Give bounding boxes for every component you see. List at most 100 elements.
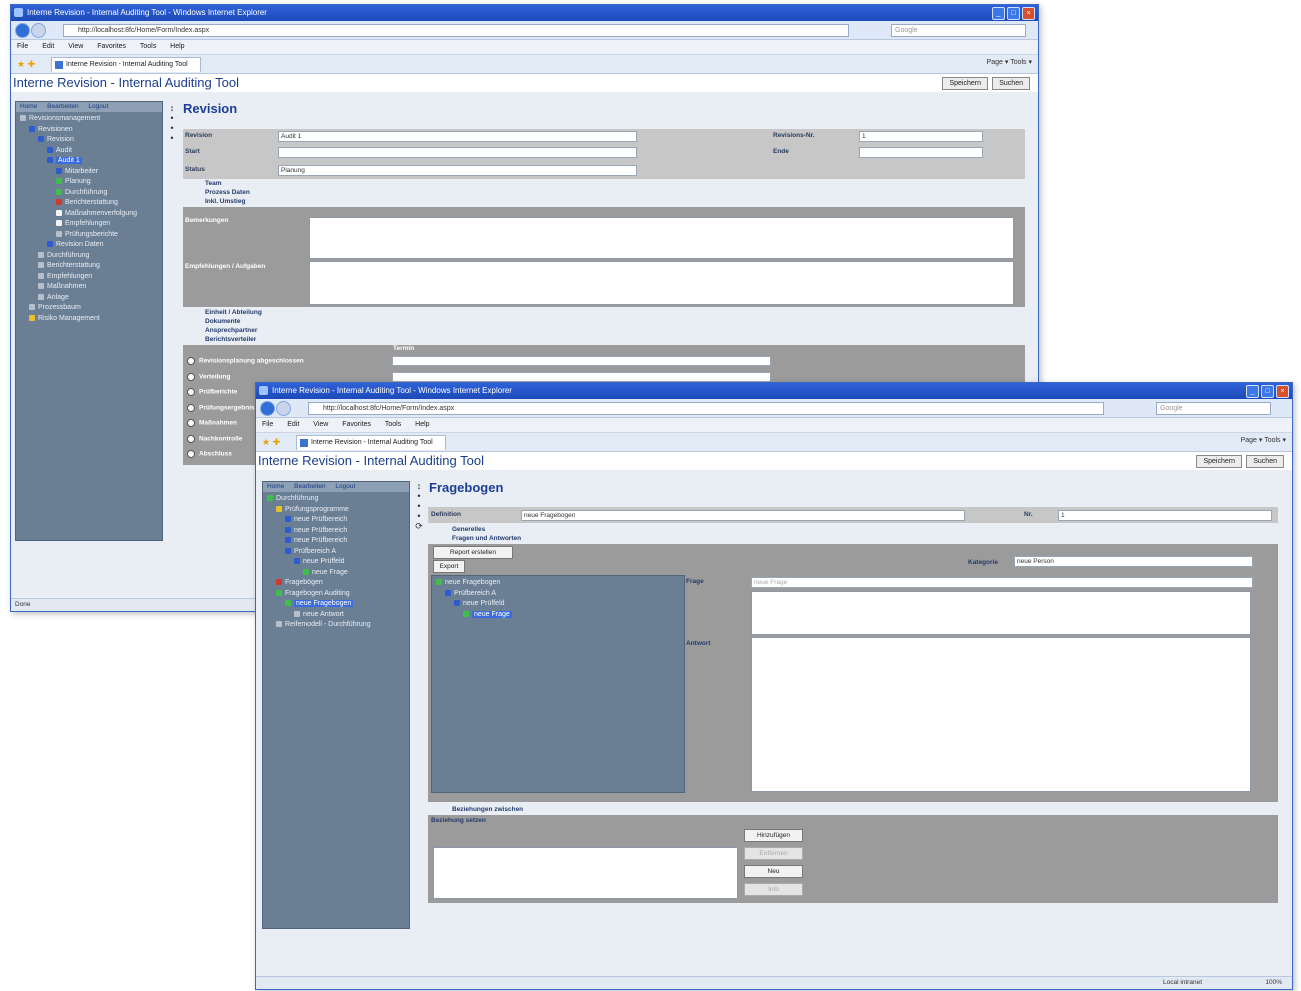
dot-icon[interactable]: • bbox=[414, 511, 424, 521]
tree-item[interactable]: Fragebögen bbox=[263, 578, 409, 589]
dot-icon[interactable]: • bbox=[167, 123, 177, 133]
section-ansprechpartner[interactable]: Ansprechpartner bbox=[205, 327, 257, 334]
back-button[interactable] bbox=[260, 401, 275, 416]
tree-item[interactable]: Revision bbox=[16, 135, 162, 146]
tree-item[interactable]: Revisionen bbox=[16, 125, 162, 136]
tree-item[interactable]: Mitarbeiter bbox=[16, 167, 162, 178]
termin-field[interactable] bbox=[392, 371, 771, 382]
start-field[interactable] bbox=[278, 147, 637, 158]
tree-item[interactable]: Audit bbox=[16, 146, 162, 157]
beziehung-button-1[interactable]: Entfernen bbox=[744, 847, 803, 860]
tree-item[interactable]: Maßnahmenverfolgung bbox=[16, 209, 162, 220]
beziehung-textarea[interactable] bbox=[433, 847, 738, 899]
section-dokumente[interactable]: Dokumente bbox=[205, 318, 240, 325]
tree-item[interactable]: Audit 1 bbox=[16, 156, 162, 167]
menu-view[interactable]: View bbox=[313, 421, 328, 428]
forward-button[interactable] bbox=[31, 23, 46, 38]
section-prozess-daten[interactable]: Prozess Daten bbox=[205, 189, 250, 196]
check-radio[interactable] bbox=[187, 357, 195, 365]
menu-help[interactable]: Help bbox=[415, 421, 429, 428]
close-button[interactable]: × bbox=[1276, 385, 1289, 398]
suchen-button[interactable]: Suchen bbox=[1246, 455, 1284, 468]
speichern-button[interactable]: Speichern bbox=[942, 77, 988, 90]
ende-field[interactable] bbox=[859, 147, 983, 158]
arrow-icon[interactable]: ↕ bbox=[414, 481, 424, 491]
menu-file[interactable]: File bbox=[17, 43, 28, 50]
section-berichtsverteiler[interactable]: Berichtsverteiler bbox=[205, 336, 256, 343]
check-radio[interactable] bbox=[187, 450, 195, 458]
tree-item[interactable]: Fragebogen Auditing bbox=[263, 589, 409, 600]
tree-item[interactable]: neue Prüffeld bbox=[263, 557, 409, 568]
check-radio[interactable] bbox=[187, 419, 195, 427]
section-fragen-antworten[interactable]: Fragen und Antworten bbox=[452, 535, 521, 542]
browser-tab[interactable]: Interne Revision - Internal Auditing Too… bbox=[51, 57, 201, 72]
search-input[interactable]: Google bbox=[891, 24, 1026, 37]
tree-item[interactable]: Berichterstattung bbox=[16, 261, 162, 272]
tree-item[interactable]: neue Prüffeld bbox=[432, 599, 684, 610]
antwort-textarea[interactable] bbox=[751, 637, 1251, 792]
tree-item[interactable]: neue Antwort bbox=[263, 610, 409, 621]
tree-item[interactable]: neue Fragebogen bbox=[432, 578, 684, 589]
maximize-button[interactable]: □ bbox=[1261, 385, 1274, 398]
menu-favorites[interactable]: Favorites bbox=[342, 421, 371, 428]
empfehlungen-textarea[interactable] bbox=[309, 261, 1014, 305]
definition-field[interactable]: neue Fragebogen bbox=[521, 510, 965, 521]
tree-item[interactable]: Prüfbereich A bbox=[263, 547, 409, 558]
beziehung-button-0[interactable]: Hinzufügen bbox=[744, 829, 803, 842]
tree-item[interactable]: Reifemodell - Durchführung bbox=[263, 620, 409, 631]
minimize-button[interactable]: _ bbox=[992, 7, 1005, 20]
tree-item[interactable]: Prüfungsberichte bbox=[16, 230, 162, 241]
check-radio[interactable] bbox=[187, 403, 195, 412]
side-tab-home[interactable]: Home bbox=[20, 103, 37, 110]
side-tab-home[interactable]: Home bbox=[267, 483, 284, 490]
nr-field[interactable]: 1 bbox=[1058, 510, 1272, 521]
address-input[interactable]: http://localhost:8fc/Home/Form/Index.asp… bbox=[308, 402, 1104, 415]
beziehung-button-2[interactable]: Neu bbox=[744, 865, 803, 878]
tree-item[interactable]: neue Prüfbereich bbox=[263, 515, 409, 526]
tree-item[interactable]: Revision Daten bbox=[16, 240, 162, 251]
tree-item[interactable]: Prüfbereich A bbox=[432, 589, 684, 600]
revision-nr-field[interactable]: 1 bbox=[859, 131, 983, 142]
tree-item[interactable]: Durchführung bbox=[16, 251, 162, 262]
menu-edit[interactable]: Edit bbox=[42, 43, 54, 50]
tree-item[interactable]: neue Prüfbereich bbox=[263, 526, 409, 537]
suchen-button[interactable]: Suchen bbox=[992, 77, 1030, 90]
side-tab-bearbeiten[interactable]: Bearbeiten bbox=[47, 103, 78, 110]
address-input[interactable]: http://localhost:8fc/Home/Form/Index.asp… bbox=[63, 24, 849, 37]
tree-item[interactable]: Prüfungsprogramme bbox=[263, 505, 409, 516]
favorites-star-icon[interactable]: ★ ✚ bbox=[17, 59, 35, 70]
tree-item[interactable]: Planung bbox=[16, 177, 162, 188]
beziehung-button-3[interactable]: Info bbox=[744, 883, 803, 896]
command-bar[interactable]: Page ▾ Tools ▾ bbox=[987, 58, 1032, 66]
close-button[interactable]: × bbox=[1022, 7, 1035, 20]
termin-field[interactable] bbox=[392, 356, 771, 366]
menu-edit[interactable]: Edit bbox=[287, 421, 299, 428]
tree-item[interactable]: neue Fragebogen bbox=[263, 599, 409, 610]
menu-view[interactable]: View bbox=[68, 43, 83, 50]
revision-field[interactable]: Audit 1 bbox=[278, 131, 637, 142]
section-generelles[interactable]: Generelles bbox=[452, 526, 485, 533]
section-team[interactable]: Team bbox=[205, 180, 222, 187]
forward-button[interactable] bbox=[276, 401, 291, 416]
frage-textarea[interactable] bbox=[751, 591, 1251, 635]
tree-item[interactable]: neue Prüfbereich bbox=[263, 536, 409, 547]
section-beziehungen[interactable]: Beziehungen zwischen bbox=[452, 806, 523, 813]
tree-item[interactable]: Anlage bbox=[16, 293, 162, 304]
dot-icon[interactable]: • bbox=[167, 113, 177, 123]
command-bar[interactable]: Page ▾ Tools ▾ bbox=[1241, 436, 1286, 444]
tree-item[interactable]: Berichterstattung bbox=[16, 198, 162, 209]
menu-tools[interactable]: Tools bbox=[385, 421, 401, 428]
menu-favorites[interactable]: Favorites bbox=[97, 43, 126, 50]
tree-item[interactable]: Durchführung bbox=[16, 188, 162, 199]
check-radio[interactable] bbox=[187, 434, 195, 443]
tree-item[interactable]: Empfehlungen bbox=[16, 272, 162, 283]
dot-icon[interactable]: • bbox=[414, 501, 424, 511]
search-input[interactable]: Google bbox=[1156, 402, 1271, 415]
dot-icon[interactable]: • bbox=[167, 133, 177, 143]
arrow-icon[interactable]: ↕ bbox=[167, 103, 177, 113]
menu-help[interactable]: Help bbox=[170, 43, 184, 50]
zoom-level[interactable]: 100% bbox=[1265, 977, 1282, 989]
refresh-icon[interactable]: ⟳ bbox=[414, 521, 424, 531]
tree-item[interactable]: neue Frage bbox=[263, 568, 409, 579]
kategorie-select[interactable]: neue Person bbox=[1014, 556, 1253, 567]
